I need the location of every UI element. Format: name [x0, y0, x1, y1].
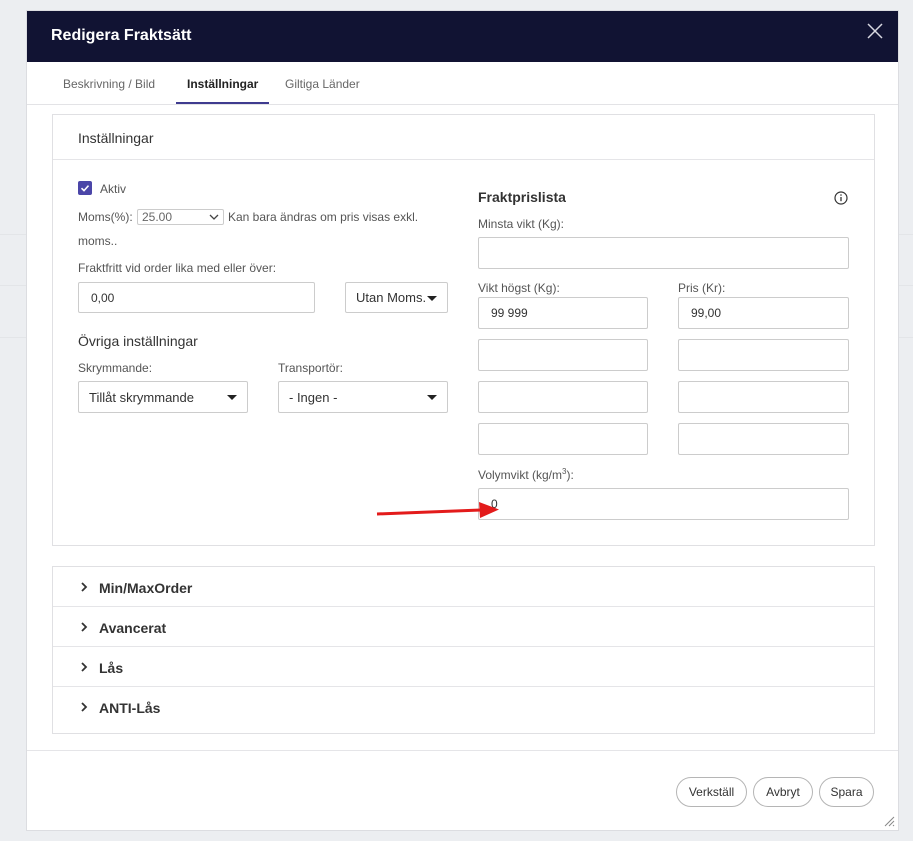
price-label: Pris (Kr):	[678, 281, 726, 295]
vat-note-continued: moms..	[78, 234, 118, 248]
price-input-3[interactable]	[678, 381, 849, 413]
bulky-value: Tillåt skrymmande	[89, 389, 194, 405]
edit-shipping-dialog: Redigera Fraktsätt Beskrivning / Bild In…	[26, 10, 899, 831]
bulky-dropdown[interactable]: Tillåt skrymmande	[78, 381, 248, 413]
save-button[interactable]: Spara	[819, 777, 874, 807]
accordion-label: Avancerat	[99, 620, 167, 636]
vat-select[interactable]: 25.00	[137, 209, 224, 225]
pricelist-heading: Fraktprislista	[478, 189, 566, 205]
tab-description[interactable]: Beskrivning / Bild	[63, 77, 155, 91]
carrier-value: - Ingen -	[289, 389, 338, 405]
settings-panel-title: Inställningar	[78, 130, 154, 146]
free-shipping-label: Fraktfritt vid order lika med eller över…	[78, 261, 277, 275]
vat-select-value: 25.00	[142, 210, 173, 224]
settings-accordion: Min/MaxOrder Avancerat Lås ANTI-Lås	[52, 566, 875, 734]
annotation-arrow	[376, 502, 499, 518]
apply-button[interactable]: Verkställ	[676, 777, 747, 807]
cancel-button[interactable]: Avbryt	[753, 777, 813, 807]
chevron-right-icon	[81, 582, 88, 592]
tab-valid-countries[interactable]: Giltiga Länder	[285, 77, 360, 91]
active-checkbox[interactable]	[78, 181, 92, 195]
tab-settings[interactable]: Inställningar	[187, 77, 258, 91]
resize-handle-icon[interactable]	[883, 815, 895, 827]
carrier-dropdown[interactable]: - Ingen -	[278, 381, 448, 413]
max-weight-input-4[interactable]	[478, 423, 648, 455]
other-settings-heading: Övriga inställningar	[78, 333, 198, 349]
close-icon[interactable]	[866, 22, 884, 40]
settings-panel: Inställningar Aktiv Moms(%): 25.00 Kan b…	[52, 114, 875, 546]
active-tab-indicator	[176, 102, 269, 104]
accordion-label: Lås	[99, 660, 124, 676]
accordion-min-max-order[interactable]: Min/MaxOrder	[53, 567, 874, 607]
footer-divider	[27, 750, 898, 751]
caret-down-icon	[427, 395, 437, 400]
check-icon	[80, 185, 90, 192]
free-shipping-input[interactable]: 0,00	[78, 282, 315, 313]
settings-panel-header: Inställningar	[53, 115, 874, 160]
accordion-label: ANTI-Lås	[99, 700, 161, 716]
accordion-advanced[interactable]: Avancerat	[53, 607, 874, 647]
carrier-label: Transportör:	[278, 361, 343, 375]
dialog-title: Redigera Fraktsätt	[51, 27, 192, 44]
max-weight-input-2[interactable]	[478, 339, 648, 371]
dialog-header: Redigera Fraktsätt	[27, 11, 898, 62]
vat-note: Kan bara ändras om pris visas exkl.	[228, 210, 419, 224]
caret-down-icon	[227, 395, 237, 400]
max-weight-input-3[interactable]	[478, 381, 648, 413]
accordion-anti-lock[interactable]: ANTI-Lås	[53, 687, 874, 727]
min-weight-label: Minsta vikt (Kg):	[478, 217, 565, 231]
chevron-down-icon	[209, 214, 219, 220]
max-weight-input-1[interactable]: 99 999	[478, 297, 648, 329]
info-icon[interactable]	[834, 191, 848, 205]
caret-down-icon	[427, 296, 437, 301]
price-input-1[interactable]: 99,00	[678, 297, 849, 329]
price-input-2[interactable]	[678, 339, 849, 371]
vat-label: Moms(%):	[78, 210, 133, 224]
active-label: Aktiv	[100, 182, 127, 196]
min-weight-input[interactable]	[478, 237, 849, 269]
tab-bar: Beskrivning / Bild Inställningar Giltiga…	[27, 62, 898, 105]
volume-weight-input[interactable]: 0	[478, 488, 849, 520]
price-input-4[interactable]	[678, 423, 849, 455]
accordion-label: Min/MaxOrder	[99, 580, 193, 596]
chevron-right-icon	[81, 622, 88, 632]
max-weight-label: Vikt högst (Kg):	[478, 281, 560, 295]
volume-weight-label: Volymvikt (kg/m3):	[478, 467, 574, 482]
accordion-lock[interactable]: Lås	[53, 647, 874, 687]
bulky-label: Skrymmande:	[78, 361, 153, 375]
chevron-right-icon	[81, 662, 88, 672]
vat-mode-dropdown[interactable]: Utan Moms.	[345, 282, 448, 313]
chevron-right-icon	[81, 702, 88, 712]
vat-mode-value: Utan Moms.	[356, 290, 427, 305]
